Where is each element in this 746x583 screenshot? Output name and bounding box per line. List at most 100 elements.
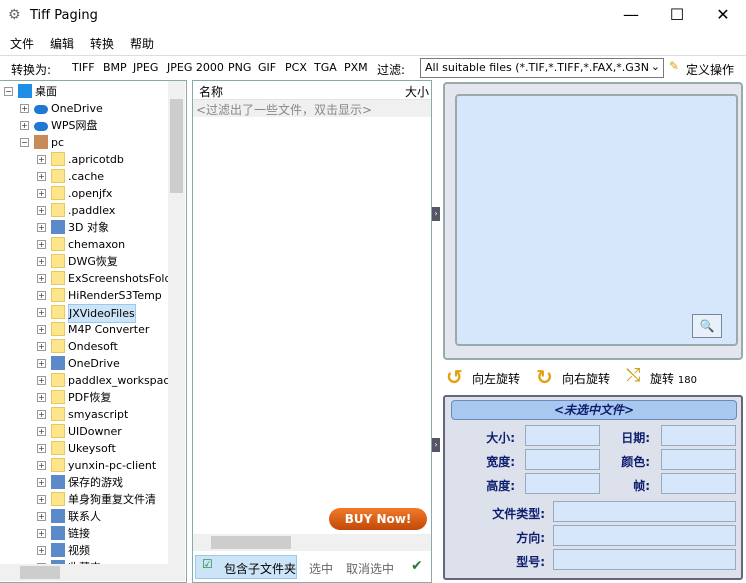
folder-tree[interactable]: − 桌面 + OneDrive + WPS网盘 − pc + .apricotdb + .cache +… [0,80,187,583]
tree-item-child-0[interactable]: + .apricotdb [0,151,168,168]
menu-file[interactable]: 文件 [0,32,40,52]
zoom-preview-icon[interactable]: 🔍 [692,314,722,338]
filetype-field[interactable] [553,501,736,522]
collapse-icon[interactable]: − [4,87,13,96]
color-field[interactable] [661,449,736,470]
rotate-left-button[interactable]: 向左旋转 [472,370,520,387]
tree-item-child-19[interactable]: + 保存的游戏 [0,474,168,491]
menu-edit[interactable]: 编辑 [40,32,80,52]
format-pcx[interactable]: PCX [285,61,307,74]
tree-item-child-13[interactable]: + paddlex_workspace [0,372,176,389]
expand-icon[interactable]: + [37,325,46,334]
tree-item-child-16[interactable]: + UIDowner [0,423,168,440]
orientation-field[interactable] [553,525,736,546]
filter-select[interactable]: All suitable files (*.TIF,*.TIFF,*.FAX,*… [420,58,664,78]
tree-item-child-11[interactable]: + Ondesoft [0,338,168,355]
expand-icon[interactable]: + [20,104,29,113]
date-field[interactable] [661,425,736,446]
expand-icon[interactable]: + [37,257,46,266]
height-field[interactable] [525,473,600,494]
rotate-right-button[interactable]: 向右旋转 [562,370,610,387]
tree-horizontal-scrollbar[interactable] [0,564,185,581]
tree-item-level1-1[interactable]: + WPS网盘 [0,117,168,134]
tree-item-child-22[interactable]: + 链接 [0,525,168,542]
tree-item-level1-2[interactable]: − pc [0,134,168,151]
format-jpeg[interactable]: JPEG [133,61,158,74]
expand-icon[interactable]: + [37,512,46,521]
expand-icon[interactable]: + [37,478,46,487]
format-pxm[interactable]: PXM [344,61,368,74]
column-header-size[interactable]: 大小 [405,83,429,100]
frame-field[interactable] [661,473,736,494]
expand-icon[interactable]: + [37,172,46,181]
tree-item-child-1[interactable]: + .cache [0,168,168,185]
select-button[interactable]: 选中 [309,560,333,577]
collapse-icon[interactable]: − [20,138,29,147]
tree-item-child-6[interactable]: + DWG恢复 [0,253,168,270]
scroll-thumb[interactable] [211,536,291,549]
tree-item-child-18[interactable]: + yunxin-pc-client [0,457,168,474]
tree-item-child-3[interactable]: + .paddlex [0,202,168,219]
tree-item-desktop[interactable]: − 桌面 [0,83,168,100]
expand-icon[interactable]: + [37,206,46,215]
menu-convert[interactable]: 转换 [80,32,120,52]
model-field[interactable] [553,549,736,570]
check-all-icon[interactable]: ✔ [411,558,423,574]
format-tga[interactable]: TGA [314,61,337,74]
tree-item-child-4[interactable]: +3D 对象 [0,219,168,236]
tree-item-child-9[interactable]: + JXVideoFiles [0,304,168,323]
scroll-thumb[interactable] [170,99,183,193]
tree-item-child-5[interactable]: + chemaxon [0,236,168,253]
splitter-arrow-icon[interactable]: › [432,438,440,452]
include-subfolders-toggle[interactable]: ☑ 包含子文件夹 [195,555,297,579]
column-header-name[interactable]: 名称 [199,83,223,100]
list-horizontal-scrollbar[interactable] [193,534,431,551]
format-jpeg2000[interactable]: JPEG 2000 [167,61,224,74]
tree-item-child-20[interactable]: + 单身狗重复文件清 [0,491,168,508]
expand-icon[interactable]: + [37,359,46,368]
expand-icon[interactable]: + [37,495,46,504]
width-field[interactable] [525,449,600,470]
rotate-180-button[interactable]: 旋转 180 [650,370,697,387]
tree-item-child-8[interactable]: + HiRenderS3Temp [0,287,168,304]
format-tiff[interactable]: TIFF [72,61,95,74]
expand-icon[interactable]: + [37,546,46,555]
menu-help[interactable]: 帮助 [120,32,160,52]
expand-icon[interactable]: + [37,376,46,385]
expand-icon[interactable]: + [37,461,46,470]
define-operation-button[interactable]: 定义操作 [686,61,734,78]
buy-now-button[interactable]: BUY Now! [329,508,427,530]
expand-icon[interactable]: + [37,308,46,317]
tree-item-child-10[interactable]: + M4P Converter [0,321,168,338]
tree-item-child-15[interactable]: + smyascript [0,406,168,423]
splitter-arrow-icon[interactable]: › [432,207,440,221]
format-bmp[interactable]: BMP [103,61,127,74]
expand-icon[interactable]: + [37,393,46,402]
expand-icon[interactable]: + [37,410,46,419]
maximize-button[interactable]: ☐ [654,0,700,32]
format-png[interactable]: PNG [228,61,251,74]
file-list[interactable]: 名称 大小 <过滤出了一些文件，双击显示> BUY Now! ☑ 包含子文件夹 … [192,80,432,583]
filtered-hint[interactable]: <过滤出了一些文件，双击显示> [193,100,431,117]
tree-item-child-2[interactable]: + .openjfx [0,185,168,202]
expand-icon[interactable]: + [37,274,46,283]
expand-icon[interactable]: + [37,155,46,164]
tree-item-child-14[interactable]: + PDF恢复 [0,389,168,406]
expand-icon[interactable]: + [37,342,46,351]
expand-icon[interactable]: + [37,427,46,436]
expand-icon[interactable]: + [20,121,29,130]
expand-icon[interactable]: + [37,223,46,232]
tree-item-level1-0[interactable]: + OneDrive [0,100,168,117]
expand-icon[interactable]: + [37,529,46,538]
tree-item-child-23[interactable]: + 视频 [0,542,168,559]
tree-item-child-12[interactable]: + OneDrive [0,355,168,372]
minimize-button[interactable]: — [608,0,654,32]
deselect-button[interactable]: 取消选中 [346,560,394,577]
format-gif[interactable]: GIF [258,61,276,74]
expand-icon[interactable]: + [37,189,46,198]
expand-icon[interactable]: + [37,444,46,453]
tree-vertical-scrollbar[interactable] [168,81,185,564]
tree-item-child-7[interactable]: + ExScreenshotsFolde [0,270,178,287]
tree-item-child-21[interactable]: + 联系人 [0,508,168,525]
tree-item-child-17[interactable]: + Ukeysoft [0,440,168,457]
